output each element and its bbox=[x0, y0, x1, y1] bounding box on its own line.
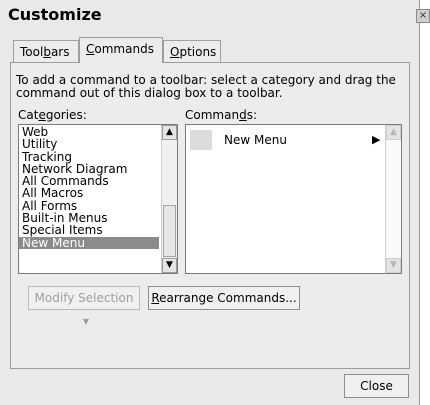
scroll-down-icon: ▼ bbox=[386, 258, 401, 273]
window-title: Customize bbox=[8, 5, 102, 24]
category-item[interactable]: Utility bbox=[22, 138, 159, 151]
dropdown-icon: ▼ bbox=[82, 317, 90, 326]
instructions-text: To add a command to a toolbar: select a … bbox=[16, 73, 396, 100]
scroll-up-icon: ▲ bbox=[386, 125, 401, 140]
modify-selection-label: Modify Selection bbox=[34, 291, 134, 305]
submenu-arrow-icon: ▶ bbox=[372, 133, 381, 146]
category-item[interactable]: All Macros bbox=[22, 187, 159, 200]
tab-options[interactable]: Options bbox=[163, 40, 221, 62]
categories-listbox[interactable]: Web Utility Tracking Network Diagram All… bbox=[18, 124, 178, 274]
categories-scrollbar[interactable]: ▲ ▼ bbox=[161, 125, 177, 273]
customize-dialog: Customize × Toolbars Commands Options To… bbox=[0, 0, 430, 405]
tab-toolbars[interactable]: Toolbars bbox=[13, 40, 79, 62]
tab-toolbars-label: Toolbars bbox=[20, 45, 70, 59]
rearrange-commands-label: Rearrange Commands... bbox=[151, 291, 297, 305]
commands-scrollbar: ▲ ▼ bbox=[385, 125, 401, 273]
close-button[interactable]: Close bbox=[344, 374, 409, 398]
window-close-icon[interactable]: × bbox=[416, 9, 430, 23]
category-item[interactable]: Special Items bbox=[22, 224, 159, 237]
modify-selection-button[interactable]: Modify Selection ▼ bbox=[28, 286, 140, 326]
command-item-label: New Menu bbox=[224, 133, 287, 147]
tab-commands-label: Commands bbox=[86, 42, 154, 56]
categories-label: Categories: bbox=[18, 108, 87, 122]
title-bar: Customize × bbox=[0, 0, 430, 30]
commands-label: Commands: bbox=[185, 108, 257, 122]
commands-listbox[interactable]: New Menu ▶ ▲ ▼ bbox=[185, 124, 402, 274]
scroll-down-icon[interactable]: ▼ bbox=[162, 258, 177, 273]
command-item-new-menu[interactable]: New Menu ▶ bbox=[188, 127, 383, 152]
command-icon-placeholder bbox=[190, 130, 212, 150]
rearrange-commands-button[interactable]: Rearrange Commands... bbox=[148, 286, 300, 310]
tab-commands[interactable]: Commands bbox=[79, 37, 163, 63]
scroll-up-icon[interactable]: ▲ bbox=[162, 125, 177, 140]
category-item-selected[interactable]: New Menu bbox=[19, 236, 159, 249]
scrollbar-thumb[interactable] bbox=[163, 205, 176, 257]
tab-options-label: Options bbox=[170, 45, 217, 59]
